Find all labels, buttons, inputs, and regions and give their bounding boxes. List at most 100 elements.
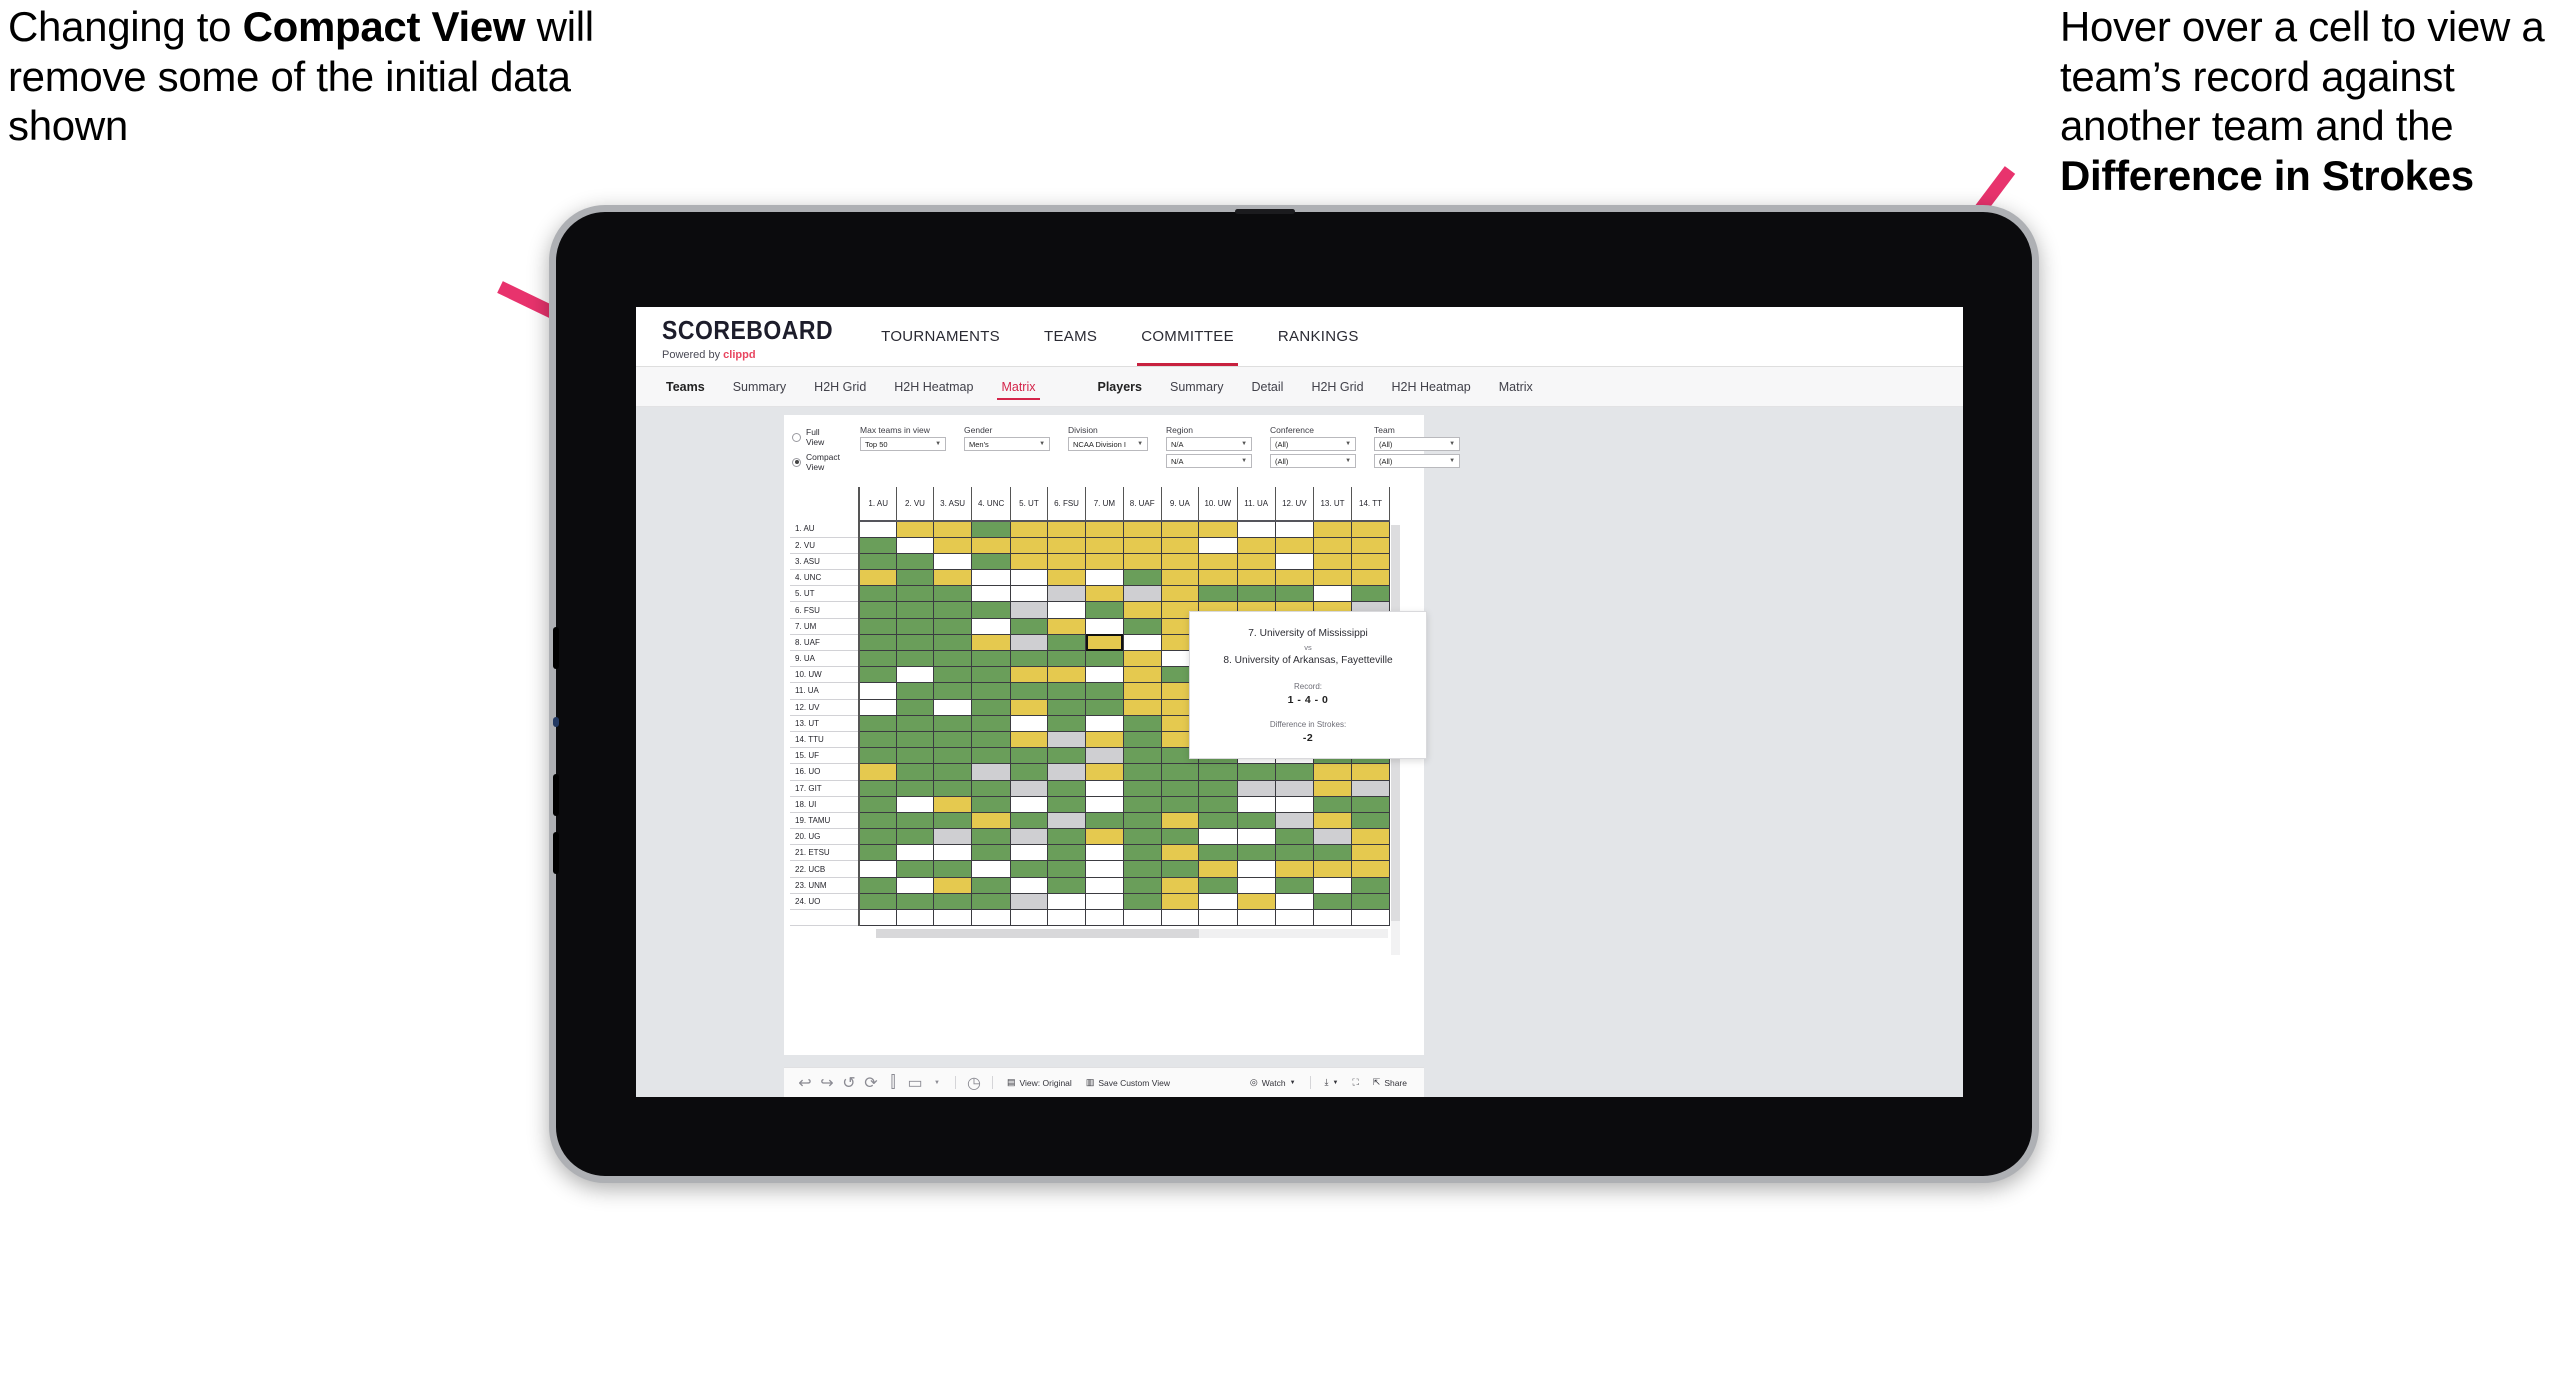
radio-full-view[interactable]: Full View — [792, 427, 840, 447]
subnav-players-matrix[interactable]: Matrix — [1485, 367, 1547, 407]
matrix-cell[interactable] — [971, 892, 1011, 911]
matrix-cell[interactable] — [1236, 844, 1276, 862]
matrix-cell[interactable] — [971, 552, 1011, 571]
matrix-cell[interactable] — [1085, 633, 1124, 652]
matrix-cell[interactable] — [932, 908, 973, 927]
matrix-cell[interactable] — [1046, 779, 1087, 797]
matrix-cell[interactable] — [858, 779, 897, 797]
matrix-cell[interactable] — [1046, 601, 1087, 619]
matrix-cell[interactable] — [1274, 536, 1314, 554]
matrix-cell[interactable] — [971, 649, 1011, 668]
matrix-cell[interactable] — [858, 601, 897, 619]
matrix-cell[interactable] — [1236, 795, 1276, 813]
matrix-cell[interactable] — [1046, 649, 1087, 668]
chevron-down-icon[interactable]: ▼ — [926, 1072, 948, 1094]
matrix-cell[interactable] — [1351, 811, 1390, 830]
matrix-cell[interactable] — [1009, 649, 1048, 668]
matrix-cell[interactable] — [1085, 779, 1124, 797]
matrix-cell[interactable] — [858, 585, 897, 603]
matrix-cell[interactable] — [1085, 714, 1124, 732]
subnav-players-detail[interactable]: Detail — [1237, 367, 1297, 407]
radio-compact-view[interactable]: Compact View — [792, 452, 840, 472]
matrix-cell[interactable] — [858, 908, 897, 927]
matrix-cell[interactable] — [1351, 860, 1390, 878]
matrix-cell[interactable] — [1197, 860, 1238, 878]
matrix-cell[interactable] — [895, 698, 934, 716]
matrix-cell[interactable] — [1009, 763, 1048, 781]
matrix-cell[interactable] — [971, 536, 1011, 554]
matrix-cell[interactable] — [1009, 552, 1048, 571]
matrix-cell[interactable] — [1046, 908, 1087, 927]
matrix-cell[interactable] — [1122, 795, 1162, 813]
matrix-cell[interactable] — [1197, 811, 1238, 830]
matrix-cell[interactable] — [971, 876, 1011, 894]
matrix-cell[interactable] — [1236, 811, 1276, 830]
matrix-cell[interactable] — [1312, 569, 1353, 587]
matrix-cell[interactable] — [1046, 617, 1087, 635]
matrix-cell[interactable] — [1160, 585, 1199, 603]
matrix-cell[interactable] — [858, 649, 897, 668]
matrix-cell[interactable] — [1085, 569, 1124, 587]
matrix-cell[interactable] — [1351, 536, 1390, 554]
matrix-cell[interactable] — [1122, 666, 1162, 684]
matrix-cell[interactable] — [932, 682, 973, 700]
matrix-cell[interactable] — [1312, 520, 1353, 538]
matrix-cell[interactable] — [1046, 569, 1087, 587]
matrix-cell[interactable] — [895, 908, 934, 927]
matrix-cell[interactable] — [1160, 795, 1199, 813]
matrix-cell[interactable] — [1160, 876, 1199, 894]
matrix-cell[interactable] — [932, 763, 973, 781]
matrix-cell[interactable] — [1312, 844, 1353, 862]
matrix-cell[interactable] — [895, 828, 934, 846]
matrix-cell[interactable] — [971, 860, 1011, 878]
matrix-cell[interactable] — [1009, 779, 1048, 797]
matrix-cell[interactable] — [1236, 536, 1276, 554]
matrix-cell[interactable] — [932, 811, 973, 830]
matrix-cell[interactable] — [1274, 795, 1314, 813]
matrix-cell[interactable] — [1160, 552, 1199, 571]
matrix-cell[interactable] — [858, 536, 897, 554]
matrix-cell[interactable] — [895, 844, 934, 862]
matrix-cell[interactable] — [1274, 860, 1314, 878]
subnav-teams-summary[interactable]: Summary — [719, 367, 800, 407]
matrix-cell[interactable] — [1160, 520, 1199, 538]
matrix-cell[interactable] — [1197, 569, 1238, 587]
subnav-players-summary[interactable]: Summary — [1156, 367, 1237, 407]
matrix-cell[interactable] — [1197, 908, 1238, 927]
matrix-cell[interactable] — [971, 908, 1011, 927]
matrix-cell[interactable] — [1274, 585, 1314, 603]
matrix-cell[interactable] — [1312, 795, 1353, 813]
matrix-cell[interactable] — [858, 520, 897, 538]
matrix-cell[interactable] — [1085, 763, 1124, 781]
matrix-cell[interactable] — [1122, 747, 1162, 765]
matrix-cell[interactable] — [1009, 747, 1048, 765]
matrix-cell[interactable] — [1197, 585, 1238, 603]
matrix-cell[interactable] — [971, 714, 1011, 732]
matrix-cell[interactable] — [971, 666, 1011, 684]
matrix-cell[interactable] — [1122, 844, 1162, 862]
matrix-cell[interactable] — [895, 730, 934, 749]
matrix-cell[interactable] — [932, 876, 973, 894]
matrix-cell[interactable] — [1085, 730, 1124, 749]
select-conference-2[interactable]: (All) ▼ — [1270, 454, 1357, 468]
matrix-cell[interactable] — [1009, 666, 1048, 684]
matrix-cell[interactable] — [1312, 860, 1353, 878]
matrix-cell[interactable] — [1085, 552, 1124, 571]
matrix-cell[interactable] — [932, 569, 973, 587]
matrix-cell[interactable] — [1351, 552, 1390, 571]
matrix-cell[interactable] — [858, 666, 897, 684]
matrix-cell[interactable] — [858, 682, 897, 700]
matrix-cell[interactable] — [1046, 844, 1087, 862]
select-region-2[interactable]: N/A ▼ — [1166, 454, 1253, 468]
matrix-cell[interactable] — [858, 892, 897, 911]
matrix-cell[interactable] — [858, 730, 897, 749]
matrix-cell[interactable] — [1122, 601, 1162, 619]
matrix-cell[interactable] — [858, 747, 897, 765]
matrix-cell[interactable] — [1274, 844, 1314, 862]
matrix-cell[interactable] — [858, 633, 897, 652]
matrix-cell[interactable] — [1009, 860, 1048, 878]
matrix-cell[interactable] — [932, 779, 973, 797]
matrix-cell[interactable] — [1236, 908, 1276, 927]
matrix-cell[interactable] — [1351, 844, 1390, 862]
matrix-cell[interactable] — [1236, 828, 1276, 846]
